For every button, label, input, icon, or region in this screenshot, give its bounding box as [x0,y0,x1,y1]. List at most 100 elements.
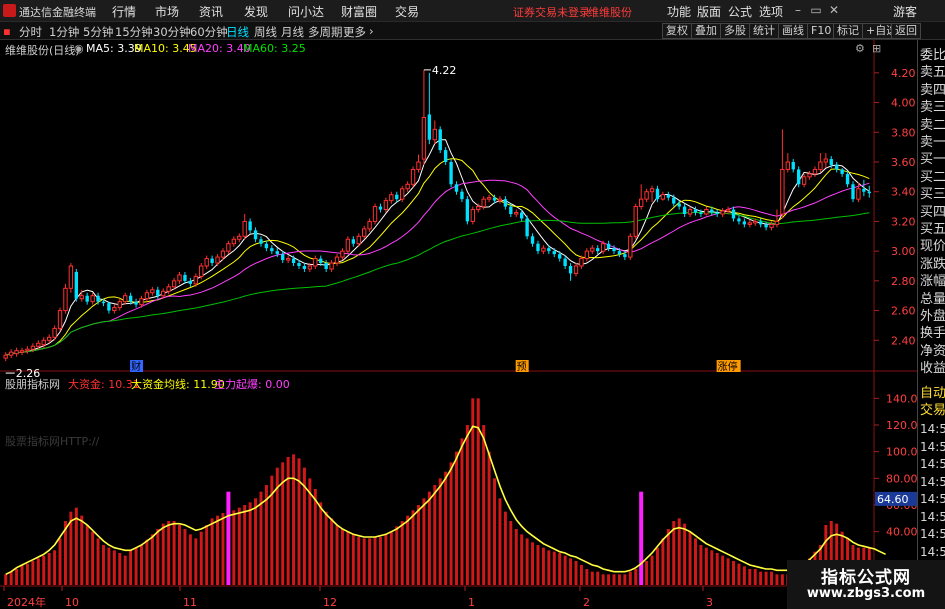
mark-button[interactable]: 标记 [833,23,863,39]
indicator-tick-label: 80.00 [886,472,917,485]
candle-body [486,197,492,200]
period-weekly[interactable]: 周线 [254,24,277,40]
ma60-label: MA60: 3.25 [243,42,306,55]
ma20-label: MA20: 3.40 [188,42,251,55]
candle-body [270,248,274,252]
big-funds-bar [123,555,127,585]
menu-quotes[interactable]: 行情 [112,3,136,20]
multi-stock-button[interactable]: 多股 [720,23,750,39]
toolbar-prev-icon[interactable]: ▪ [3,24,11,38]
overlay-button[interactable]: 叠加 [691,23,721,39]
big-funds-bar [167,521,171,585]
candle-body [57,310,63,329]
candle-body [128,295,133,302]
stock-name-link[interactable]: 维维股份 [588,4,632,20]
guest-user[interactable]: 游客 [893,3,917,20]
f10-button[interactable]: F10 [807,23,836,39]
maximize-icon[interactable]: ▭ [808,2,824,18]
big-funds-bar [129,550,133,585]
big-funds-bar [406,515,410,585]
period-monthly[interactable]: 月线 [281,24,304,40]
statistics-button[interactable]: 统计 [749,23,779,39]
big-funds-bar [216,515,220,585]
big-funds-bar [9,571,13,585]
menu-layout[interactable]: 版面 [697,3,721,20]
period-15min[interactable]: 15分钟 [115,24,153,40]
price-tick-label: 3.00 [891,245,916,258]
big-funds-bar [693,538,697,585]
big-funds-bar [509,521,513,585]
big-funds-bar [340,529,344,585]
price-tick-label: 3.60 [891,156,916,169]
big-funds-bar [465,425,469,585]
watermark-url: www.zbgs3.com [806,586,926,601]
big-funds-bar [732,561,735,585]
big-funds-bar [47,553,51,585]
ma-settings-icon[interactable]: ◉ [74,42,84,55]
tick-time: 14:5 [920,422,945,436]
menu-news[interactable]: 资讯 [199,3,223,20]
menu-options[interactable]: 选项 [759,3,783,20]
candle-body [36,342,41,347]
close-icon[interactable]: ✕ [826,2,842,18]
big-funds-bar [520,534,524,585]
candle-body [389,194,394,202]
big-funds-bar [389,531,393,585]
event-marker-label: 涨停 [718,360,738,373]
indicator-name[interactable]: 股朋指标网 [5,376,60,392]
login-status-link[interactable]: 证券交易未登录 [513,4,590,20]
period-multi[interactable]: 多周期 [308,24,343,40]
quote-field-label: 现价 [920,239,945,255]
more-chevron-icon[interactable]: › [369,24,374,38]
draw-line-button[interactable]: 画线 [778,23,808,39]
candle-body [220,250,226,258]
candle-body [307,265,313,270]
candle-body [764,224,768,228]
big-funds-bar [650,555,654,585]
big-funds-bar [91,531,95,585]
zoom-in-icon[interactable]: ⊞ [872,42,881,55]
candle-body [780,168,785,215]
period-daily[interactable]: 日线 [226,24,249,40]
period-1min[interactable]: 1分钟 [49,24,79,40]
menu-function[interactable]: 功能 [667,3,691,20]
indicator-tick-label: 140.00 [886,392,917,405]
big-funds-bar [628,571,632,585]
big-funds-label: 大资金: 10.31 [68,378,140,391]
auto-trade-label[interactable]: 自动 [920,385,945,402]
quote-field-label: 涨幅 [920,274,945,290]
candle-body [188,280,193,284]
big-funds-bar [498,498,502,585]
menu-formula[interactable]: 公式 [728,3,752,20]
kline-chart[interactable]: 4.222.26 财预涨停 4.204.003.803.603.403.203.0… [0,40,917,609]
period-5min[interactable]: 5分钟 [83,24,113,40]
period-60min[interactable]: 60分钟 [190,24,228,40]
big-funds-bar [715,553,719,585]
big-funds-bar [645,561,649,585]
big-funds-bar [612,574,616,585]
big-funds-bar [232,510,236,585]
back-button[interactable]: 返回 [891,23,921,39]
menu-market[interactable]: 市场 [155,3,179,20]
adjust-button[interactable]: 复权 [662,23,692,39]
period-intraday[interactable]: 分时 [19,24,42,40]
candle-body [193,275,198,285]
date-tick-label: 12 [323,596,337,609]
menu-wealth-circle[interactable]: 财富圈 [341,3,377,20]
menu-trade[interactable]: 交易 [395,3,419,20]
quote-field-label: 买四 [920,204,945,220]
big-funds-bar [655,547,659,585]
minimize-icon[interactable]: – [790,2,806,18]
candle-body [867,191,871,194]
auto-trade-label[interactable]: 交易 [920,402,945,419]
menu-ask-xiaoda[interactable]: 问小达 [288,3,324,20]
settings-gear-icon[interactable]: ⚙ [855,42,865,55]
big-funds-bar [634,569,638,585]
candle-body [297,263,301,266]
period-30min[interactable]: 30分钟 [153,24,191,40]
big-funds-bar [221,513,225,585]
menu-discover[interactable]: 发现 [244,3,268,20]
big-funds-bar [476,398,480,585]
quote-field-label: 买二 [920,169,945,185]
period-more[interactable]: 更多 [343,24,366,40]
